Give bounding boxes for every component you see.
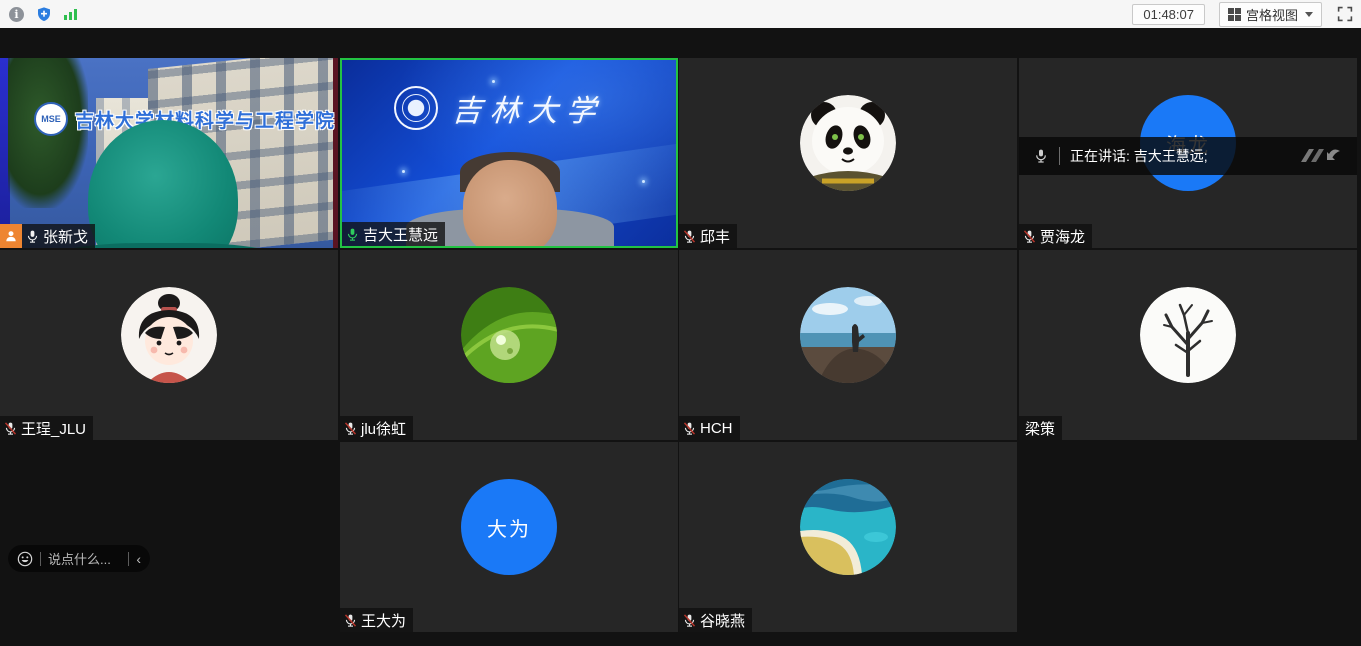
participant-name-label: 王大为 (340, 608, 413, 632)
mic-muted-icon (682, 613, 697, 628)
participant-name-label: jlu徐虹 (340, 416, 413, 440)
speaking-toast-text: 正在讲话: 吉大王慧远; (1070, 146, 1208, 166)
avatar-leaf-drop (461, 287, 557, 383)
participant-name-label: 张新戈 (22, 224, 95, 248)
mic-muted-icon (343, 421, 358, 436)
view-mode-label: 宫格视图 (1246, 5, 1298, 24)
meeting-duration: 01:48:07 (1132, 4, 1205, 25)
participant-name: 王珵_JLU (21, 418, 86, 439)
mic-muted-icon (682, 421, 697, 436)
mic-muted-icon (1022, 229, 1037, 244)
university-name-text: 吉林大学 (450, 86, 605, 130)
fullscreen-icon[interactable] (1336, 6, 1353, 23)
video-tile-jiahailong[interactable]: 海龙 正在讲话: 吉大王慧远; (1019, 58, 1357, 248)
participant-name-label: 王珵_JLU (0, 416, 93, 440)
video-grid: MSE 吉林大学材料科学与工程学院 张新戈 (0, 28, 1361, 646)
participant-name: 谷晓燕 (700, 610, 745, 631)
participant-name: 王大为 (361, 610, 406, 631)
college-logo: MSE (34, 102, 68, 136)
participant-name-label: 贾海龙 (1019, 224, 1092, 248)
mic-on-icon (25, 229, 40, 244)
video-tile-qiufeng[interactable]: 邱丰 (679, 58, 1017, 248)
participant-name: 张新戈 (43, 226, 88, 247)
video-tile-zhangxinge[interactable]: MSE 吉林大学材料科学与工程学院 张新戈 (0, 58, 338, 248)
video-tile-wanghuiyuan[interactable]: 吉林大学 吉大王慧远 (340, 58, 678, 248)
video-tile-hch[interactable]: HCH (679, 250, 1017, 440)
avatar-cartoon-girl (121, 287, 217, 383)
video-tile-liangce[interactable]: 梁策 (1019, 250, 1357, 440)
avatar-coast-photo (800, 479, 896, 575)
host-badge-icon (0, 224, 22, 248)
view-mode-button[interactable]: 宫格视图 (1219, 2, 1322, 27)
participant-name: 梁策 (1025, 418, 1055, 439)
network-signal-icon[interactable] (62, 6, 79, 23)
participant-name: 吉大王慧远 (363, 224, 438, 245)
university-emblem (394, 86, 438, 130)
college-banner-text: 吉林大学材料科学与工程学院 (75, 106, 335, 133)
participant-name-label: 谷晓燕 (679, 608, 752, 632)
participant-name-label: 梁策 (1019, 416, 1062, 440)
video-tile-xuhong[interactable]: jlu徐虹 (340, 250, 678, 440)
participant-name: HCH (700, 420, 733, 437)
participant-name: 邱丰 (700, 226, 730, 247)
speaking-toast: 正在讲话: 吉大王慧远; (1019, 137, 1357, 175)
avatar-tree-sketch (1140, 287, 1236, 383)
chat-input-placeholder[interactable]: 说点什么... (48, 549, 121, 568)
top-toolbar: i 01:48:07 宫格视图 (0, 0, 1361, 28)
video-tile-wangcheng[interactable]: 王珵_JLU (0, 250, 338, 440)
participant-name: 贾海龙 (1040, 226, 1085, 247)
chat-quick-bar[interactable]: 说点什么... ‹ (8, 545, 150, 572)
reaction-icons (1297, 146, 1343, 166)
participant-name-label: HCH (679, 416, 740, 440)
meeting-info-icon[interactable]: i (8, 6, 25, 23)
video-tile-guxiaoyan[interactable]: 谷晓燕 (679, 442, 1017, 632)
mic-muted-icon (682, 229, 697, 244)
virtual-background-jlu: 吉林大学 (342, 60, 676, 246)
avatar-beach-photo (800, 287, 896, 383)
video-tile-wangdawei[interactable]: 大为 王大为 (340, 442, 678, 632)
mic-muted-icon (3, 421, 18, 436)
mic-muted-icon (343, 613, 358, 628)
meeting-window: i 01:48:07 宫格视图 (0, 0, 1361, 646)
virtual-background-campus: MSE 吉林大学材料科学与工程学院 (0, 58, 338, 248)
avatar-panda (800, 95, 896, 191)
chevron-down-icon (1305, 12, 1313, 17)
participant-name: jlu徐虹 (361, 418, 406, 439)
mic-speaking-icon (345, 227, 360, 242)
avatar-initials: 大为 (461, 479, 557, 575)
participant-name-label: 邱丰 (679, 224, 737, 248)
grid-view-icon (1228, 8, 1241, 21)
participant-name-label: 吉大王慧远 (342, 222, 445, 246)
emoji-icon[interactable] (17, 551, 33, 567)
collapse-chat-icon[interactable]: ‹ (136, 551, 141, 567)
security-shield-icon[interactable] (35, 6, 52, 23)
participant-video-person (463, 160, 557, 248)
mic-icon (1033, 148, 1049, 164)
